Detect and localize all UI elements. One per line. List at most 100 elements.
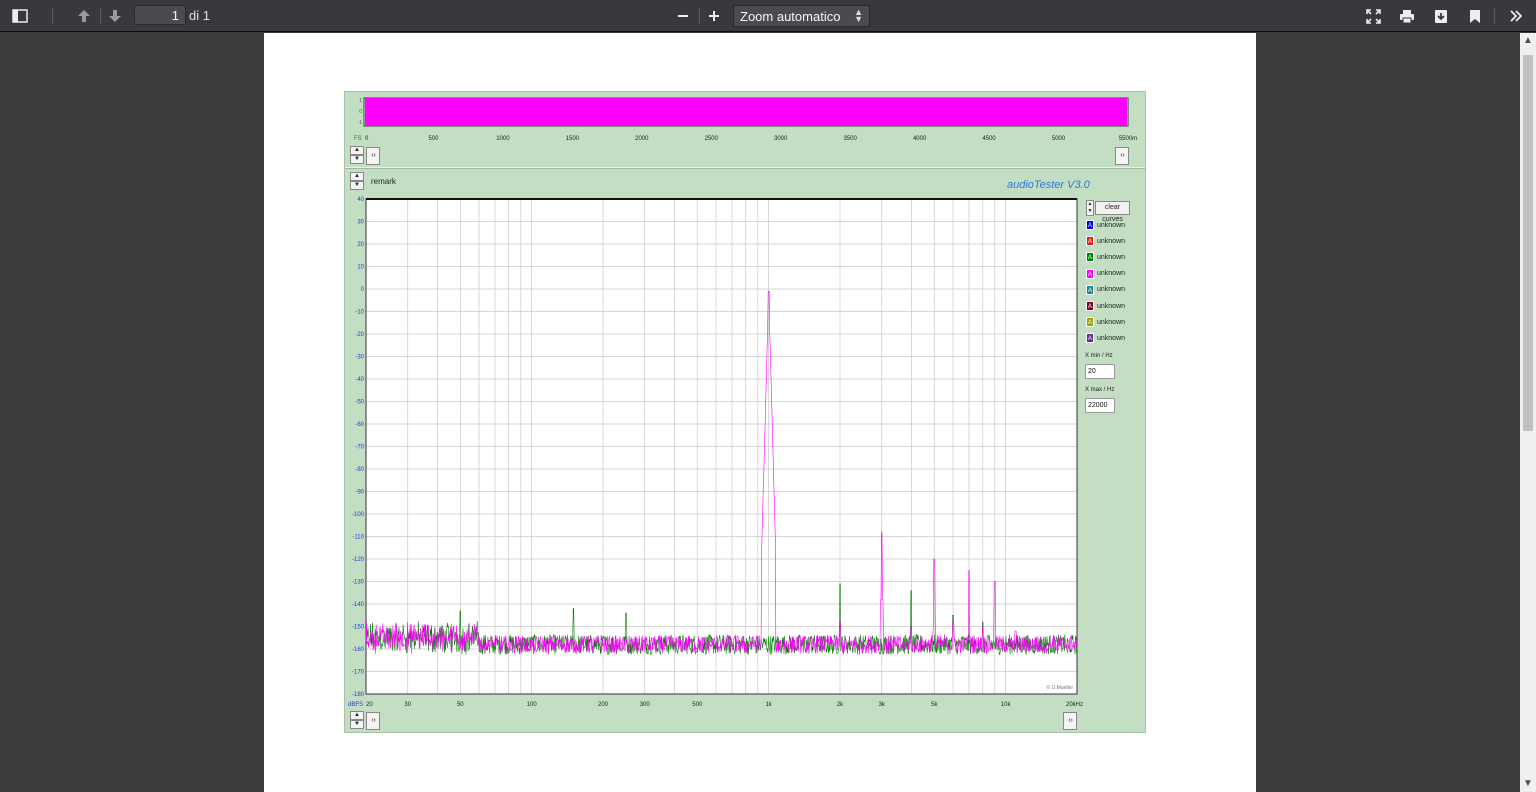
spectrum-y-tick: -120 <box>352 557 365 563</box>
toolbar-separator <box>1494 8 1495 24</box>
print-icon[interactable] <box>1394 4 1420 28</box>
spin-down-button[interactable]: ▼ <box>350 720 364 729</box>
spectrum-y-tick: -30 <box>355 355 364 361</box>
spectrum-y-tick: -10 <box>355 310 364 316</box>
legend-swatch: A <box>1086 333 1094 344</box>
spectrum-y-tick: -80 <box>355 467 364 473</box>
audiotester-screenshot: 1 0 -1 FS 0 500 1000 1500 2000 2500 3000 3500 4000 45… <box>344 91 1146 733</box>
legend-swatch: A <box>1086 268 1094 279</box>
toolbar-separator <box>52 8 53 24</box>
legend-item[interactable]: Aunknown <box>1086 219 1125 231</box>
legend-item[interactable]: Aunknown <box>1086 332 1125 344</box>
sidebar-toggle-icon[interactable] <box>7 4 33 28</box>
spectrum-y-tick: -100 <box>352 512 365 518</box>
spectrum-y-tick: -70 <box>355 445 364 451</box>
spectrum-y-tick: -170 <box>352 670 365 676</box>
legend-swatch: A <box>1086 220 1094 230</box>
copyright-label: © U.Mueller <box>1047 684 1074 691</box>
plus-icon[interactable] <box>701 4 727 28</box>
xmin-label: X min / Hz <box>1085 353 1113 359</box>
scrollbar-thumb[interactable] <box>1523 55 1533 431</box>
legend-label: unknown <box>1097 237 1126 245</box>
legend-item[interactable]: Aunknown <box>1086 251 1125 263</box>
legend-label: unknown <box>1097 221 1126 229</box>
spectrum-chart: 403020100-10-20-30-40-50-60-70-80-90-100… <box>348 197 1083 708</box>
fullscreen-icon[interactable] <box>1360 4 1386 28</box>
legend-item[interactable]: Aunknown <box>1086 268 1125 280</box>
legend-label: unknown <box>1097 253 1126 261</box>
spectrum-y-tick: -160 <box>352 647 365 653</box>
spectrum-x-tick: 20 <box>366 702 373 708</box>
select-caret-icon: ▲ ▼ <box>854 7 863 24</box>
spin-up-button[interactable]: ▲ <box>350 711 364 720</box>
legend-label: unknown <box>1097 318 1126 326</box>
tools-icon[interactable] <box>1503 4 1529 28</box>
pdf-toolbar: di 1 Zoom automatico ▲▼ <box>0 0 1536 32</box>
legend-item[interactable]: Aunknown <box>1086 284 1125 296</box>
spectrum-x-tick: 100 <box>527 702 538 708</box>
arrow-up-icon[interactable] <box>71 4 97 28</box>
minus-icon[interactable] <box>670 4 696 28</box>
legend-item[interactable]: Aunknown <box>1086 316 1125 328</box>
clear-curves-button[interactable]: clear curves <box>1095 201 1130 223</box>
vertical-scrollbar[interactable]: ▲ ▼ <box>1520 33 1536 792</box>
document-viewer: 1 0 -1 FS 0 500 1000 1500 2000 2500 3000 3500 4000 45… <box>0 33 1520 792</box>
page-count-label: di 1 <box>189 8 210 23</box>
legend-item[interactable]: Aunknown <box>1086 235 1125 247</box>
spectrum-x-tick: 20kHz <box>1066 702 1083 708</box>
legend-item[interactable]: Aunknown <box>1086 300 1125 312</box>
spectrum-y-tick: -90 <box>355 490 364 496</box>
xmax-input[interactable]: 22000 <box>1085 398 1115 413</box>
spectrum-x-tick: 1k <box>765 702 772 708</box>
spectrum-y-tick: -180 <box>352 692 365 698</box>
spectrum-y-tick: 0 <box>361 287 365 293</box>
spectrum-y-tick: -50 <box>355 400 364 406</box>
legend-swatch: A <box>1086 284 1094 295</box>
spectrum-x-tick: 3k <box>879 702 886 708</box>
spectrum-y-tick: -20 <box>355 332 364 338</box>
scroll-down-arrow-icon[interactable]: ▼ <box>1520 776 1536 792</box>
legend-spin-button[interactable]: ▲ ▼ <box>1086 200 1094 216</box>
toolbar-separator <box>100 8 101 24</box>
spectrum-x-tick: 200 <box>598 702 609 708</box>
spectrum-y-tick: -60 <box>355 422 364 428</box>
spectrum-y-tick: -150 <box>352 625 365 631</box>
spectrum-x-tick: 30 <box>404 702 411 708</box>
pdf-page: 1 0 -1 FS 0 500 1000 1500 2000 2500 3000 3500 4000 45… <box>264 33 1256 792</box>
spectrum-y-tick: -110 <box>352 535 364 541</box>
legend-swatch: A <box>1086 317 1094 328</box>
xmin-input[interactable]: 20 <box>1085 364 1115 379</box>
spectrum-x-tick: 10k <box>1001 702 1012 708</box>
spectrum-x-tick: 50 <box>457 702 464 708</box>
scroll-left-right-button[interactable]: ‹ › <box>366 712 380 730</box>
toolbar-separator <box>699 8 700 24</box>
spectrum-y-tick: -130 <box>352 580 365 586</box>
spectrum-y-tick: 10 <box>357 265 364 271</box>
legend-label: unknown <box>1097 286 1126 294</box>
spectrum-y-tick: -140 <box>352 602 365 608</box>
spectrum-x-tick: 500 <box>692 702 703 708</box>
legend-swatch: A <box>1086 301 1094 311</box>
scroll-left-right-button[interactable]: ‹ › <box>1063 712 1077 730</box>
spectrum-y-tick: 20 <box>357 242 364 248</box>
legend-label: unknown <box>1097 270 1126 278</box>
spectrum-y-tick: 40 <box>357 197 364 203</box>
zoom-select[interactable]: Zoom automatico ▲ ▼ <box>733 5 870 27</box>
arrow-down-icon[interactable] <box>102 4 128 28</box>
legend-swatch: A <box>1086 236 1094 247</box>
spectrum-x-tick: 300 <box>640 702 651 708</box>
legend-label: unknown <box>1097 302 1126 310</box>
zoom-select-value: Zoom automatico <box>740 9 841 24</box>
scroll-up-arrow-icon[interactable]: ▲ <box>1520 33 1536 49</box>
page-number-input[interactable] <box>134 5 186 25</box>
spectrum-y-tick: 30 <box>357 220 364 226</box>
spectrum-y-tick: -40 <box>355 377 364 383</box>
spectrum-y-unit: dBFS <box>348 702 363 708</box>
download-icon[interactable] <box>1428 4 1454 28</box>
xmax-label: X max / Hz <box>1085 387 1115 393</box>
bookmark-icon[interactable] <box>1462 4 1488 28</box>
legend-label: unknown <box>1097 334 1126 342</box>
spectrum-x-tick: 2k <box>837 702 844 708</box>
spectrum-x-tick: 5k <box>931 702 938 708</box>
legend-swatch: A <box>1086 252 1094 263</box>
